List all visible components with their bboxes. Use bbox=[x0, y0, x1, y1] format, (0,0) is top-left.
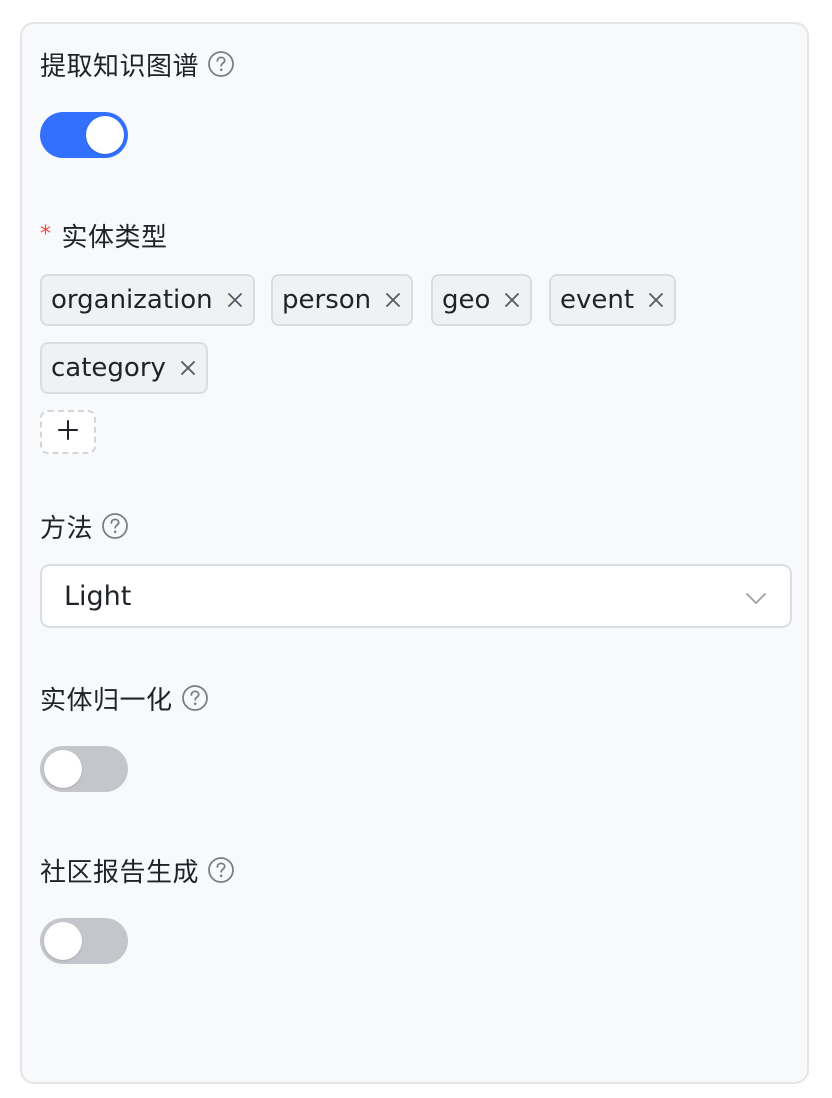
knowledge-graph-toggle[interactable] bbox=[40, 112, 128, 158]
method-selected-value: Light bbox=[64, 580, 132, 612]
entity-tag: category bbox=[40, 342, 208, 394]
close-icon[interactable] bbox=[225, 290, 245, 310]
question-circle-icon[interactable] bbox=[207, 856, 235, 884]
close-icon[interactable] bbox=[178, 358, 198, 378]
entity-resolution-label-row: 实体归一化 bbox=[40, 680, 209, 716]
method-select[interactable]: Light bbox=[40, 564, 792, 628]
entity-tag-label: category bbox=[51, 353, 166, 383]
knowledge-graph-label-row: 提取知识图谱 bbox=[40, 46, 235, 82]
entity-tag-label: organization bbox=[51, 285, 213, 315]
add-entity-type-button[interactable] bbox=[40, 410, 96, 454]
entity-resolution-toggle[interactable] bbox=[40, 746, 128, 792]
required-mark: * bbox=[40, 221, 52, 247]
chevron-down-icon bbox=[744, 586, 768, 610]
question-circle-icon[interactable] bbox=[181, 684, 209, 712]
close-icon[interactable] bbox=[646, 290, 666, 310]
entity-types-label: 实体类型 bbox=[61, 222, 168, 253]
toggle-knob bbox=[44, 922, 82, 960]
entity-types-label-row: * 实体类型 bbox=[40, 217, 168, 253]
plus-icon bbox=[57, 419, 79, 445]
entity-tag: person bbox=[271, 274, 414, 326]
entity-tag: organization bbox=[40, 274, 255, 326]
close-icon[interactable] bbox=[502, 290, 522, 310]
entity-resolution-label: 实体归一化 bbox=[40, 685, 173, 716]
toggle-knob bbox=[86, 116, 124, 154]
community-report-label-row: 社区报告生成 bbox=[40, 852, 235, 888]
entity-tag: event bbox=[549, 274, 677, 326]
settings-panel: 提取知识图谱 * 实体类型 organization person geo ev… bbox=[20, 22, 809, 1084]
close-icon[interactable] bbox=[383, 290, 403, 310]
method-label: 方法 bbox=[40, 513, 94, 544]
community-report-toggle[interactable] bbox=[40, 918, 128, 964]
community-report-label: 社区报告生成 bbox=[40, 857, 200, 888]
toggle-knob bbox=[44, 750, 82, 788]
entity-tag-label: person bbox=[282, 285, 372, 315]
question-circle-icon[interactable] bbox=[101, 512, 129, 540]
entity-tag: geo bbox=[431, 274, 533, 326]
question-circle-icon[interactable] bbox=[207, 50, 235, 78]
method-label-row: 方法 bbox=[40, 508, 129, 544]
entity-tag-label: geo bbox=[442, 285, 491, 315]
entity-tag-label: event bbox=[560, 285, 635, 315]
knowledge-graph-label: 提取知识图谱 bbox=[40, 51, 200, 82]
